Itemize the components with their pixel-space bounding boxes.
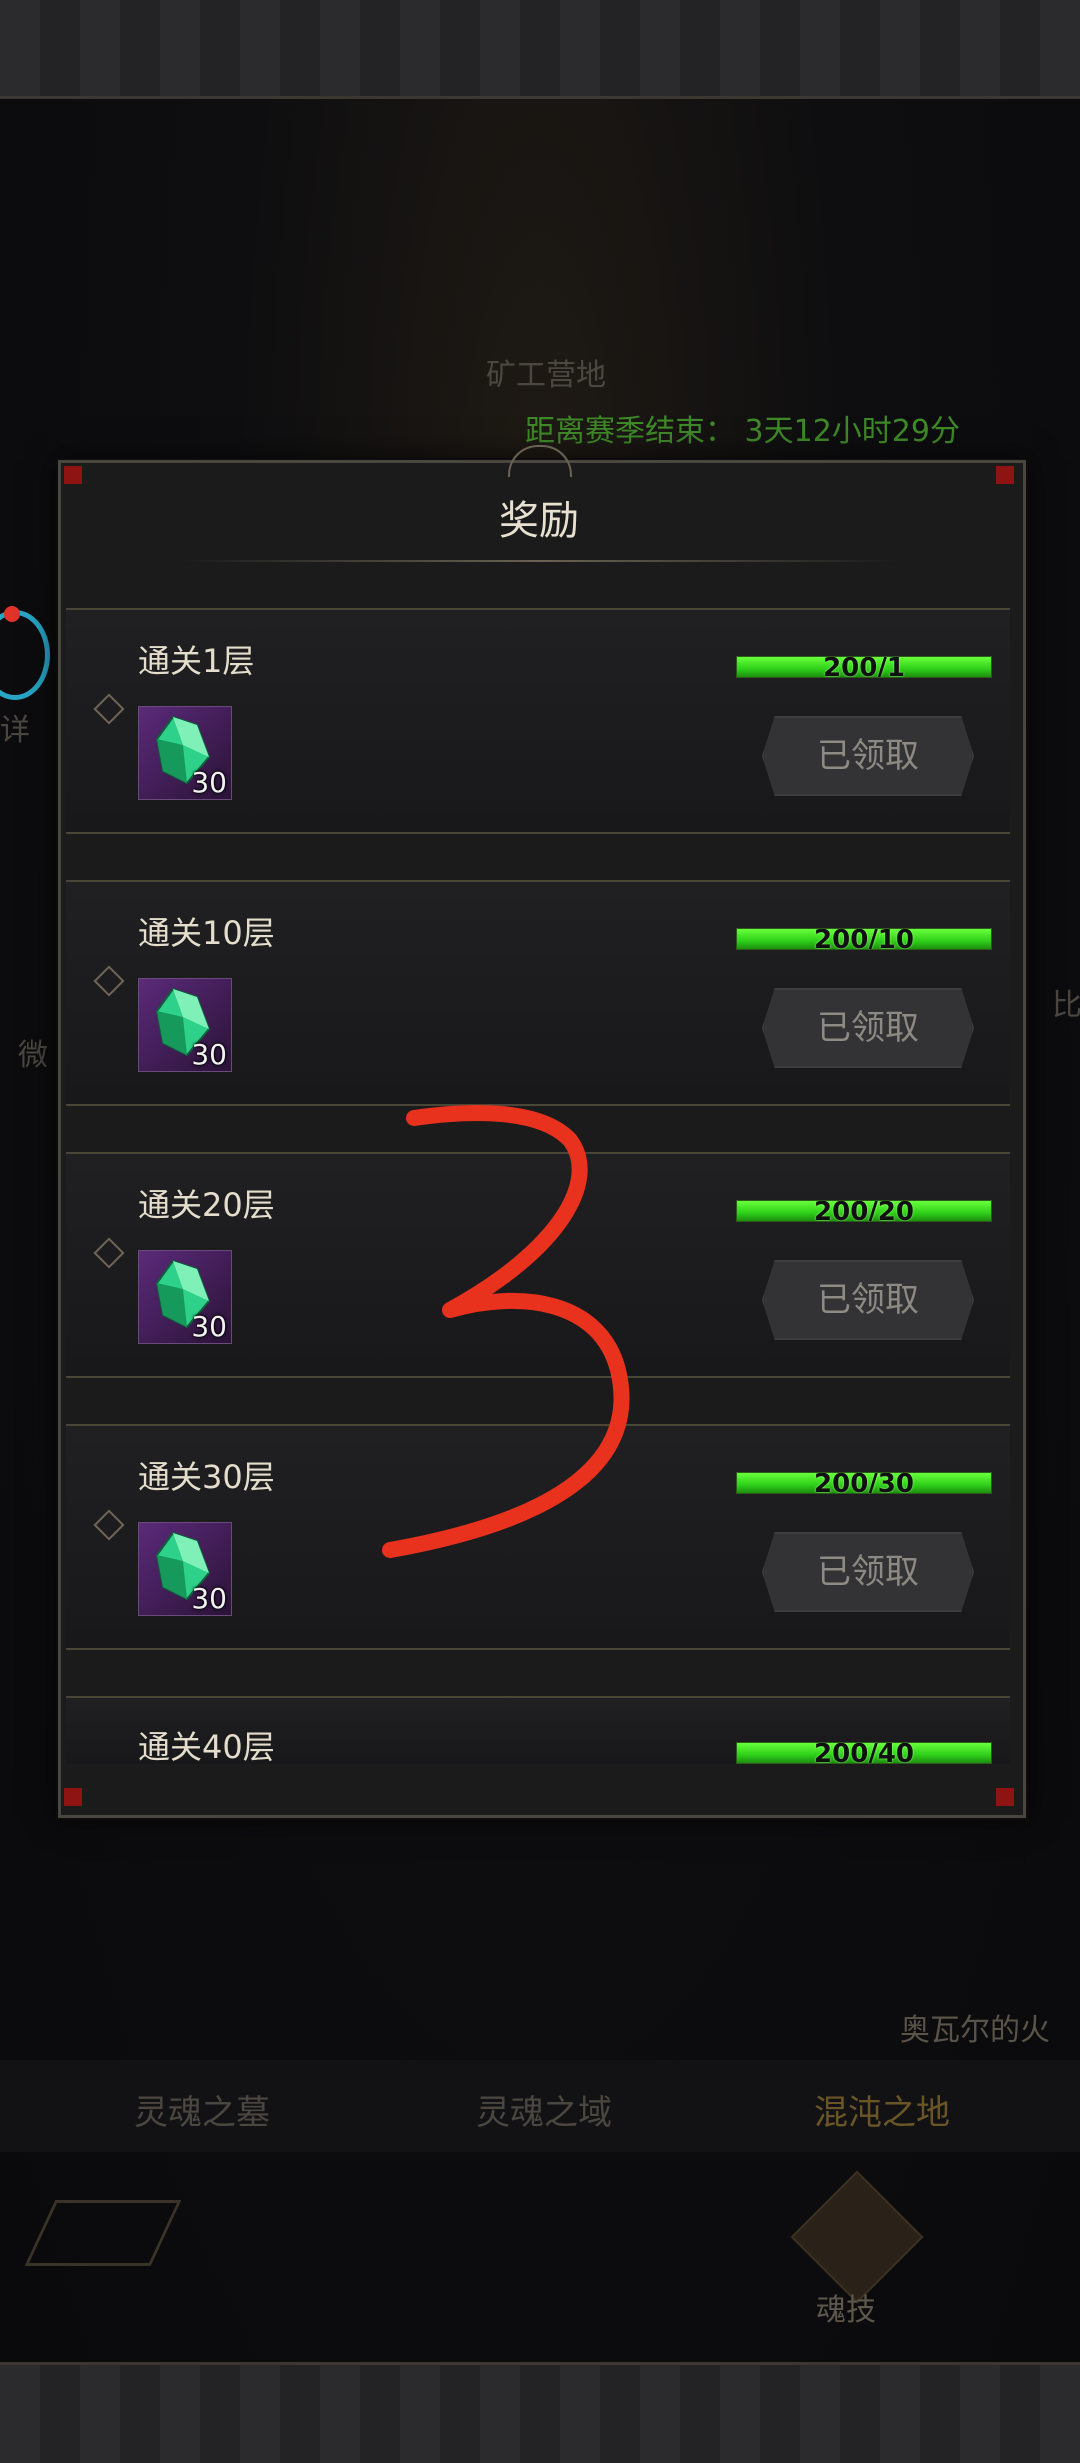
annotation-scribble: [382, 1105, 630, 1558]
